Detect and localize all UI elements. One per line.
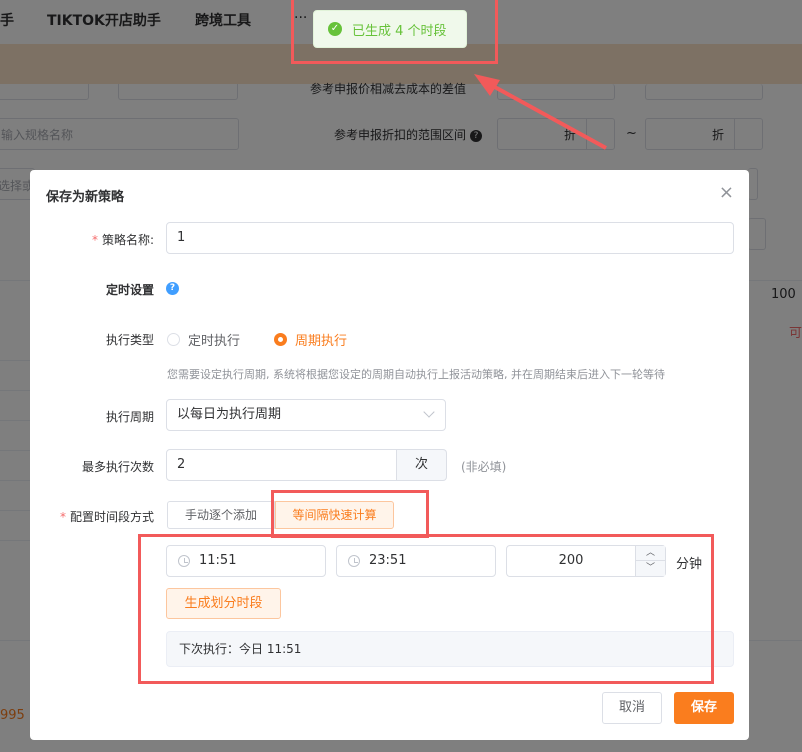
max-exec-unit: 次	[397, 449, 447, 481]
minutes-unit: 分钟	[676, 557, 703, 572]
interval-minutes-input[interactable]: 200 ︿ ﹀	[506, 545, 666, 577]
tab-manual-add[interactable]: 手动逐个添加	[167, 501, 275, 529]
tab-interval-calc[interactable]: 等间隔快速计算	[275, 501, 394, 529]
strategy-name-label: * 策略名称:	[91, 233, 154, 247]
save-strategy-dialog: 保存为新策略 × * 策略名称: 1 定时设置 ? 执行类型 定时执行 周期执行 …	[30, 170, 749, 740]
chevron-down-icon	[423, 406, 435, 418]
exec-type-label: 执行类型	[105, 333, 154, 347]
max-exec-hint: (非必填)	[461, 460, 507, 474]
radio-dot	[274, 333, 287, 346]
stepper: ︿ ﹀	[635, 546, 665, 576]
generate-slots-button[interactable]: 生成划分时段	[166, 588, 281, 619]
radio-timed[interactable]: 定时执行	[167, 330, 240, 349]
start-time-input[interactable]: 11:51	[166, 545, 326, 577]
stepper-down-icon[interactable]: ﹀	[636, 561, 665, 576]
exec-period-select[interactable]: 以每日为执行周期	[166, 399, 446, 431]
end-time-input[interactable]: 23:51	[336, 545, 496, 577]
stepper-up-icon[interactable]: ︿	[636, 546, 665, 561]
strategy-name-input[interactable]: 1	[166, 222, 734, 254]
toast-message: 已生成 4 个时段	[352, 23, 447, 39]
max-exec-input[interactable]: 2	[166, 449, 397, 481]
clock-icon	[348, 555, 360, 567]
success-toast: ✓ 已生成 4 个时段	[313, 10, 467, 48]
help-icon[interactable]: ?	[166, 282, 179, 295]
close-icon[interactable]: ×	[719, 182, 734, 203]
max-exec-label: 最多执行次数	[81, 460, 154, 474]
next-exec-info: 下次执行：今日 11:51	[166, 631, 734, 667]
radio-periodic[interactable]: 周期执行	[274, 330, 347, 349]
dialog-title: 保存为新策略	[46, 190, 125, 205]
exec-period-label: 执行周期	[105, 410, 154, 424]
radio-dot	[167, 333, 180, 346]
check-circle-icon: ✓	[328, 22, 342, 36]
save-button[interactable]: 保存	[674, 692, 734, 724]
cancel-button[interactable]: 取消	[602, 692, 662, 724]
time-mode-label: * 配置时间段方式	[59, 510, 154, 524]
clock-icon	[178, 555, 190, 567]
timer-settings-label: 定时设置	[105, 283, 154, 297]
exec-hint: 您需要设定执行周期, 系统将根据您设定的周期自动执行上报活动策略, 并在周期结束…	[167, 368, 665, 381]
